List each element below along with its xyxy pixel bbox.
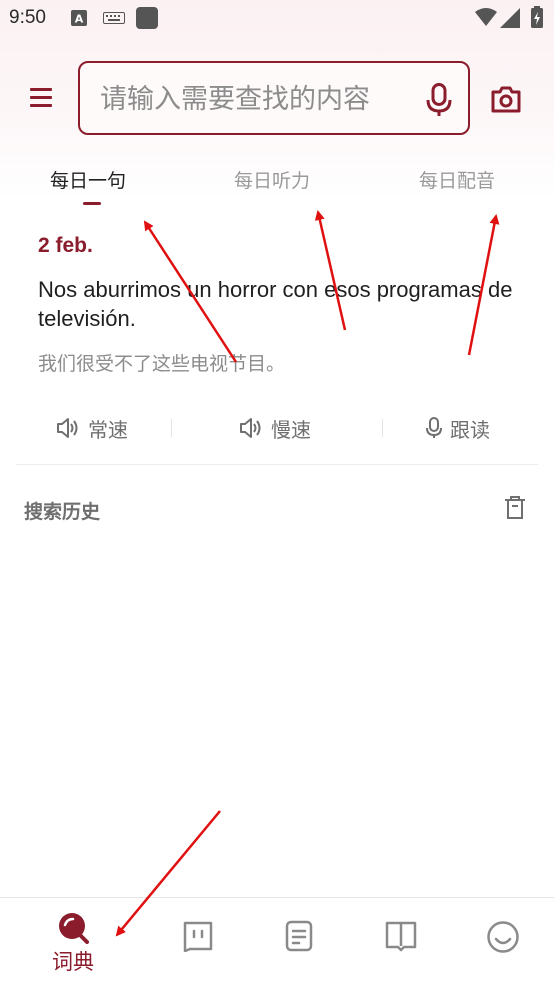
wifi-icon	[475, 8, 497, 26]
divider	[16, 464, 538, 465]
svg-text:A: A	[75, 13, 84, 26]
keyboard-icon	[103, 12, 125, 24]
tab-bar: 每日一句 每日听力 每日配音	[0, 160, 554, 212]
a-notification-icon: A	[71, 10, 87, 26]
notes-icon	[285, 920, 313, 952]
camera-icon[interactable]	[490, 84, 522, 114]
tab-daily-dubbing[interactable]: 每日配音	[419, 166, 495, 193]
trash-icon[interactable]	[503, 495, 527, 521]
slow-speed-button[interactable]: 慢速	[239, 412, 311, 444]
status-time: 9:50	[9, 7, 46, 28]
nav-dictionary-label: 词典	[52, 950, 94, 974]
menu-icon[interactable]	[26, 84, 56, 112]
search-box[interactable]	[78, 61, 470, 135]
nav-book[interactable]	[346, 898, 456, 984]
follow-read-button[interactable]: 跟读	[426, 412, 490, 444]
slow-speed-label: 慢速	[271, 417, 311, 442]
normal-speed-button[interactable]: 常速	[56, 412, 128, 444]
active-tab-indicator	[83, 202, 101, 205]
nav-dictionary[interactable]: 词典	[18, 898, 128, 984]
search-history-title: 搜索历史	[24, 501, 101, 523]
nav-notes[interactable]	[244, 898, 354, 984]
tab-daily-sentence[interactable]: 每日一句	[50, 166, 126, 193]
battery-icon	[531, 6, 543, 28]
follow-read-label: 跟读	[450, 417, 490, 442]
speaker-icon	[57, 418, 78, 438]
dictionary-search-icon	[59, 913, 89, 944]
search-input[interactable]	[100, 77, 420, 121]
signal-icon	[500, 8, 520, 28]
audio-controls: 常速 慢速 跟读	[0, 408, 554, 448]
speaker-icon	[240, 418, 261, 438]
microphone-icon[interactable]	[426, 83, 452, 117]
sentence-translation: 我们很受不了这些电视节目。	[38, 353, 286, 375]
nav-profile[interactable]	[448, 898, 554, 984]
microphone-icon	[426, 417, 442, 438]
nav-chat[interactable]	[143, 898, 253, 984]
divider	[171, 419, 172, 437]
status-bar: 9:50 A	[0, 0, 554, 38]
square-app-icon	[136, 7, 158, 29]
book-icon	[385, 921, 417, 952]
normal-speed-label: 常速	[88, 417, 128, 442]
bottom-navigation: 词典	[0, 897, 554, 984]
smiley-profile-icon	[487, 921, 519, 953]
sentence-date: 2 feb.	[38, 234, 93, 257]
divider	[382, 419, 383, 437]
daily-sentence-text[interactable]: Nos aburrimos un horror con esos program…	[38, 275, 518, 333]
chat-card-icon	[183, 921, 213, 952]
tab-daily-listening[interactable]: 每日听力	[234, 166, 310, 193]
